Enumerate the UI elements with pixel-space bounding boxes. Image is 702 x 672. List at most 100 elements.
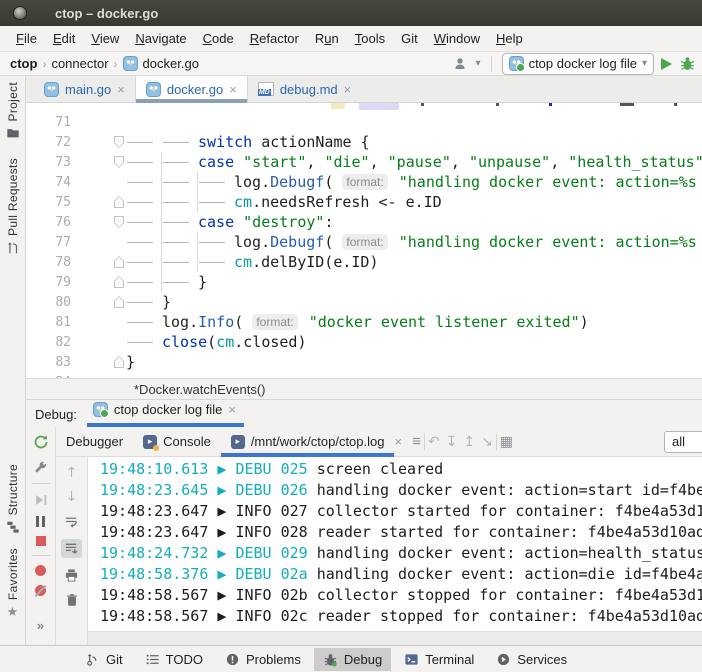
clear-console-button[interactable] xyxy=(65,593,79,607)
prev-occurrence-button[interactable]: ↑ xyxy=(66,466,78,480)
log-line: 19:48:10.613 ▶ DEBU 025 screen cleared xyxy=(100,458,702,479)
stop-button[interactable] xyxy=(36,536,46,546)
close-icon[interactable]: × xyxy=(117,83,125,96)
close-icon[interactable]: × xyxy=(394,435,402,448)
window-menu-button[interactable] xyxy=(13,6,27,20)
editor-tab-bar: main.go×docker.go×debug.md× xyxy=(26,76,702,103)
editor-tab-docker.go[interactable]: docker.go× xyxy=(135,76,248,102)
go-session-icon xyxy=(93,402,108,417)
close-icon[interactable]: × xyxy=(344,83,352,96)
view-breakpoints-button[interactable] xyxy=(35,565,46,576)
menu-view[interactable]: View xyxy=(83,28,127,49)
tool-window-button-services[interactable]: Services xyxy=(487,648,576,671)
menu-window[interactable]: Window xyxy=(426,28,488,49)
scroll-up-button[interactable]: ↥ xyxy=(463,435,475,449)
tab-whitespace xyxy=(162,192,198,212)
mute-breakpoints-button[interactable] xyxy=(35,585,46,596)
menu-code[interactable]: Code xyxy=(195,28,242,49)
editor-tab-debug.md[interactable]: debug.md× xyxy=(248,76,361,102)
console-icon: ▸ xyxy=(231,435,245,449)
code-line: 82close(cm.closed) xyxy=(26,332,702,352)
menu-file[interactable]: File xyxy=(8,28,45,49)
tool-button-structure[interactable]: Structure xyxy=(6,464,20,534)
close-icon[interactable]: × xyxy=(228,402,236,417)
chevron-down-icon: ▾ xyxy=(642,58,647,69)
tool-window-button-debug[interactable]: Debug xyxy=(314,648,391,671)
next-occurrence-button[interactable]: ↓ xyxy=(66,490,78,504)
breadcrumb-item[interactable]: docker.go xyxy=(123,56,199,71)
more-actions-button[interactable]: » xyxy=(37,619,44,632)
menu-edit[interactable]: Edit xyxy=(45,28,83,49)
tool-window-button-git[interactable]: Git xyxy=(76,648,132,671)
parameter-hint: format: xyxy=(342,234,387,250)
pr-icon xyxy=(6,241,20,255)
debug-session-tab-label: ctop docker log file xyxy=(114,402,222,417)
log-line: 19:48:58.567 ▶ INFO 02c reader stopped f… xyxy=(100,605,702,626)
tool-button-favorites[interactable]: Favorites★ xyxy=(6,548,20,618)
debug-tab-console[interactable]: ▸Console xyxy=(133,427,221,457)
fold-marker-icon[interactable] xyxy=(114,136,124,148)
fold-marker-icon[interactable] xyxy=(114,156,124,168)
menu-navigate[interactable]: Navigate xyxy=(127,28,194,49)
structure-icon xyxy=(6,520,20,534)
menu-refactor[interactable]: Refactor xyxy=(242,28,307,49)
close-icon[interactable]: × xyxy=(229,83,237,96)
use-soft-wraps-button[interactable] xyxy=(64,514,79,529)
debug-tab-debugger[interactable]: Debugger xyxy=(56,427,133,457)
console-yellow-icon: ▸ xyxy=(143,435,157,449)
rollback-button[interactable]: ↶ xyxy=(428,435,440,449)
tool-window-button-terminal[interactable]: Terminal xyxy=(395,648,483,671)
run-configuration-label: ctop docker log file xyxy=(529,56,637,71)
debug-session-tab[interactable]: ctop docker log file × xyxy=(87,400,244,427)
tool-button-pull-requests[interactable]: Pull Requests xyxy=(6,158,20,255)
fold-marker-icon[interactable] xyxy=(114,356,124,368)
todo-icon xyxy=(145,652,160,667)
pause-button[interactable] xyxy=(36,516,45,527)
tab-whitespace xyxy=(198,172,234,192)
tool-button-project[interactable]: Project xyxy=(6,82,20,140)
layout-settings-button[interactable]: ▦ xyxy=(500,435,513,449)
user-avatar-icon[interactable] xyxy=(453,56,469,72)
line-number: 83 xyxy=(26,355,71,370)
debug-tab--mnt-work-ctop-ctop-log[interactable]: ▸/mnt/work/ctop/ctop.log xyxy=(221,427,395,457)
debug-button[interactable] xyxy=(679,55,696,72)
tab-whitespace xyxy=(126,292,162,312)
run-toolbar: ▾ ctop docker log file ▾ xyxy=(453,53,696,75)
menu-tools[interactable]: Tools xyxy=(347,28,393,49)
breadcrumb-item[interactable]: ctop xyxy=(10,56,37,71)
navigate-to-cursor-button[interactable]: ↘ xyxy=(481,435,493,449)
log-filter-select[interactable]: all xyxy=(664,431,702,453)
debug-icon xyxy=(323,652,338,667)
resume-button[interactable] xyxy=(34,493,48,507)
fold-marker-icon[interactable] xyxy=(114,256,124,268)
print-button[interactable] xyxy=(64,568,79,583)
settings-wrench-button[interactable] xyxy=(33,459,48,474)
fold-marker-icon[interactable] xyxy=(114,216,124,228)
line-number: 79 xyxy=(26,275,71,290)
breadcrumb-item[interactable]: connector xyxy=(51,56,108,71)
code-line: 81log.Info( format: "docker event listen… xyxy=(26,312,702,332)
tool-window-button-todo[interactable]: TODO xyxy=(136,648,212,671)
code-line: 74log.Debugf( format: "handling docker e… xyxy=(26,172,702,192)
console-options-button[interactable]: ≡ xyxy=(412,434,421,449)
menu-run[interactable]: Run xyxy=(307,28,347,49)
run-configuration-select[interactable]: ctop docker log file ▾ xyxy=(502,53,654,75)
tab-whitespace xyxy=(162,132,198,152)
fold-marker-icon[interactable] xyxy=(114,196,124,208)
menu-git[interactable]: Git xyxy=(393,28,426,49)
line-number: 80 xyxy=(26,295,71,310)
menu-help[interactable]: Help xyxy=(488,28,531,49)
rerun-button[interactable] xyxy=(33,434,49,450)
editor-tab-main.go[interactable]: main.go× xyxy=(34,76,135,102)
log-console[interactable]: 19:48:10.613 ▶ DEBU 025 screen cleared 19… xyxy=(88,457,702,631)
indent-guide xyxy=(197,232,198,272)
tool-window-button-problems[interactable]: Problems xyxy=(216,648,310,671)
code-editor[interactable]: 7172switch actionName {73case "start", "… xyxy=(26,103,702,378)
fold-marker-icon[interactable] xyxy=(114,276,124,288)
go-run-config-icon xyxy=(509,56,524,71)
run-button[interactable] xyxy=(661,58,672,70)
scroll-down-button[interactable]: ↧ xyxy=(446,435,458,449)
scroll-to-end-button[interactable] xyxy=(61,539,82,558)
fold-marker-icon[interactable] xyxy=(114,296,124,308)
console-scrollbar-track[interactable] xyxy=(88,631,702,645)
